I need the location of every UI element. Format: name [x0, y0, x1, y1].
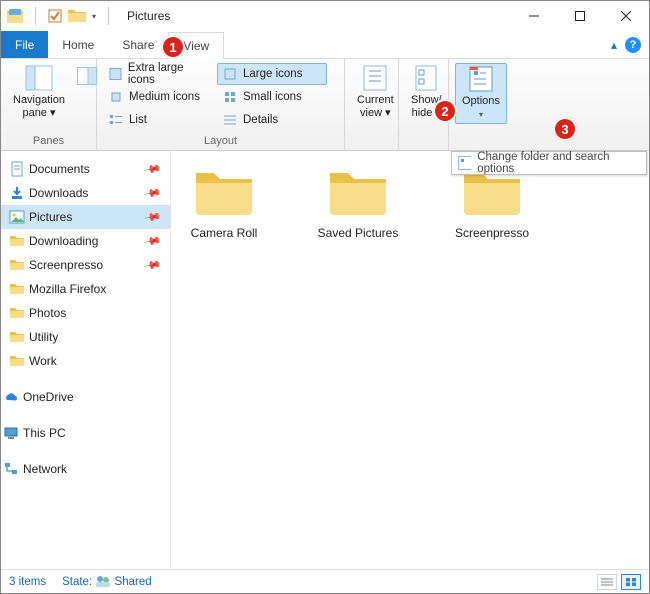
- group-panes: Navigation pane ▾ Panes: [1, 59, 97, 150]
- current-view-button[interactable]: Current view ▾: [351, 63, 400, 122]
- minimize-button[interactable]: [511, 1, 557, 31]
- nav-root-this-pc[interactable]: This PC: [1, 421, 170, 445]
- tab-home[interactable]: Home: [48, 31, 108, 58]
- ribbon-tabs: File Home Share View ▴ ?: [1, 31, 649, 59]
- folder-saved-pictures[interactable]: Saved Pictures: [313, 165, 403, 240]
- separator: [108, 7, 109, 25]
- group-current-view: Current view ▾: [345, 59, 399, 150]
- nav-item-downloading[interactable]: Downloading📌: [1, 229, 170, 253]
- folder-icon: [192, 165, 256, 220]
- group-label-layout: Layout: [103, 132, 338, 150]
- nav-item-work[interactable]: Work: [1, 349, 170, 373]
- file-list[interactable]: Camera Roll Saved Pictures Screenpresso: [171, 151, 649, 569]
- nav-root-onedrive[interactable]: OneDrive: [1, 385, 170, 409]
- qat-dropdown[interactable]: ▾: [92, 12, 96, 21]
- options-tooltip-icon: [458, 156, 471, 170]
- group-label-panes: Panes: [7, 132, 90, 150]
- people-icon: [95, 575, 111, 587]
- minimize-ribbon-icon[interactable]: ▴: [611, 38, 617, 52]
- annotation-3: 3: [553, 117, 577, 141]
- group-layout: Extra large iconsLarge iconsMedium icons…: [97, 59, 345, 150]
- layout-xl[interactable]: Extra large icons: [103, 63, 213, 85]
- group-options: Options▾: [449, 59, 507, 150]
- nav-root-network[interactable]: Network: [1, 457, 170, 481]
- pin-icon: 📌: [144, 184, 163, 203]
- annotation-1: 1: [161, 35, 185, 59]
- folder-camera-roll[interactable]: Camera Roll: [179, 165, 269, 240]
- pin-icon: 📌: [144, 208, 163, 227]
- help-button[interactable]: ?: [625, 37, 641, 53]
- pin-icon: 📌: [144, 256, 163, 275]
- details-view-button[interactable]: [597, 574, 617, 590]
- nav-item-photos[interactable]: Photos: [1, 301, 170, 325]
- item-count: 3 items: [9, 576, 46, 588]
- share-state: State: Shared: [62, 575, 152, 588]
- navigation-pane: Documents📌Downloads📌Pictures📌Downloading…: [1, 151, 171, 569]
- folder-screenpresso[interactable]: Screenpresso: [447, 165, 537, 240]
- options-tooltip-text: Change folder and search options: [477, 151, 640, 175]
- pin-icon: 📌: [144, 160, 163, 179]
- window-title: Pictures: [127, 9, 170, 23]
- large-icons-view-button[interactable]: [621, 574, 641, 590]
- separator: [35, 7, 36, 25]
- main-area: Documents📌Downloads📌Pictures📌Downloading…: [1, 151, 649, 569]
- options-button[interactable]: Options▾: [455, 63, 507, 124]
- folder-icon: [68, 8, 86, 24]
- nav-item-mozilla-firefox[interactable]: Mozilla Firefox: [1, 277, 170, 301]
- layout-sm[interactable]: Small icons: [217, 86, 327, 108]
- nav-item-downloads[interactable]: Downloads📌: [1, 181, 170, 205]
- nav-item-screenpresso[interactable]: Screenpresso📌: [1, 253, 170, 277]
- layout-md[interactable]: Medium icons: [103, 86, 213, 108]
- layout-ls[interactable]: List: [103, 109, 213, 131]
- properties-icon[interactable]: [48, 9, 62, 23]
- nav-item-utility[interactable]: Utility: [1, 325, 170, 349]
- folder-type-icon: [7, 9, 23, 23]
- ribbon-view: Navigation pane ▾ Panes Extra large icon…: [1, 59, 649, 151]
- view-switcher: [597, 574, 641, 590]
- folder-icon: [326, 165, 390, 220]
- navigation-pane-button[interactable]: Navigation pane ▾: [7, 63, 71, 122]
- nav-item-pictures[interactable]: Pictures📌: [1, 205, 170, 229]
- layout-lg[interactable]: Large icons: [217, 63, 327, 85]
- window-controls: [511, 1, 649, 31]
- status-bar: 3 items State: Shared: [1, 569, 649, 593]
- pin-icon: 📌: [144, 232, 163, 251]
- close-button[interactable]: [603, 1, 649, 31]
- options-tooltip: Change folder and search options: [451, 151, 647, 175]
- annotation-2: 2: [433, 99, 457, 123]
- layout-dt[interactable]: Details: [217, 109, 327, 131]
- nav-item-documents[interactable]: Documents📌: [1, 157, 170, 181]
- maximize-button[interactable]: [557, 1, 603, 31]
- tab-share[interactable]: Share: [108, 31, 168, 58]
- title-bar: ▾ Pictures: [1, 1, 649, 31]
- quick-access-toolbar: ▾ Pictures: [7, 7, 170, 25]
- tab-file[interactable]: File: [1, 31, 48, 58]
